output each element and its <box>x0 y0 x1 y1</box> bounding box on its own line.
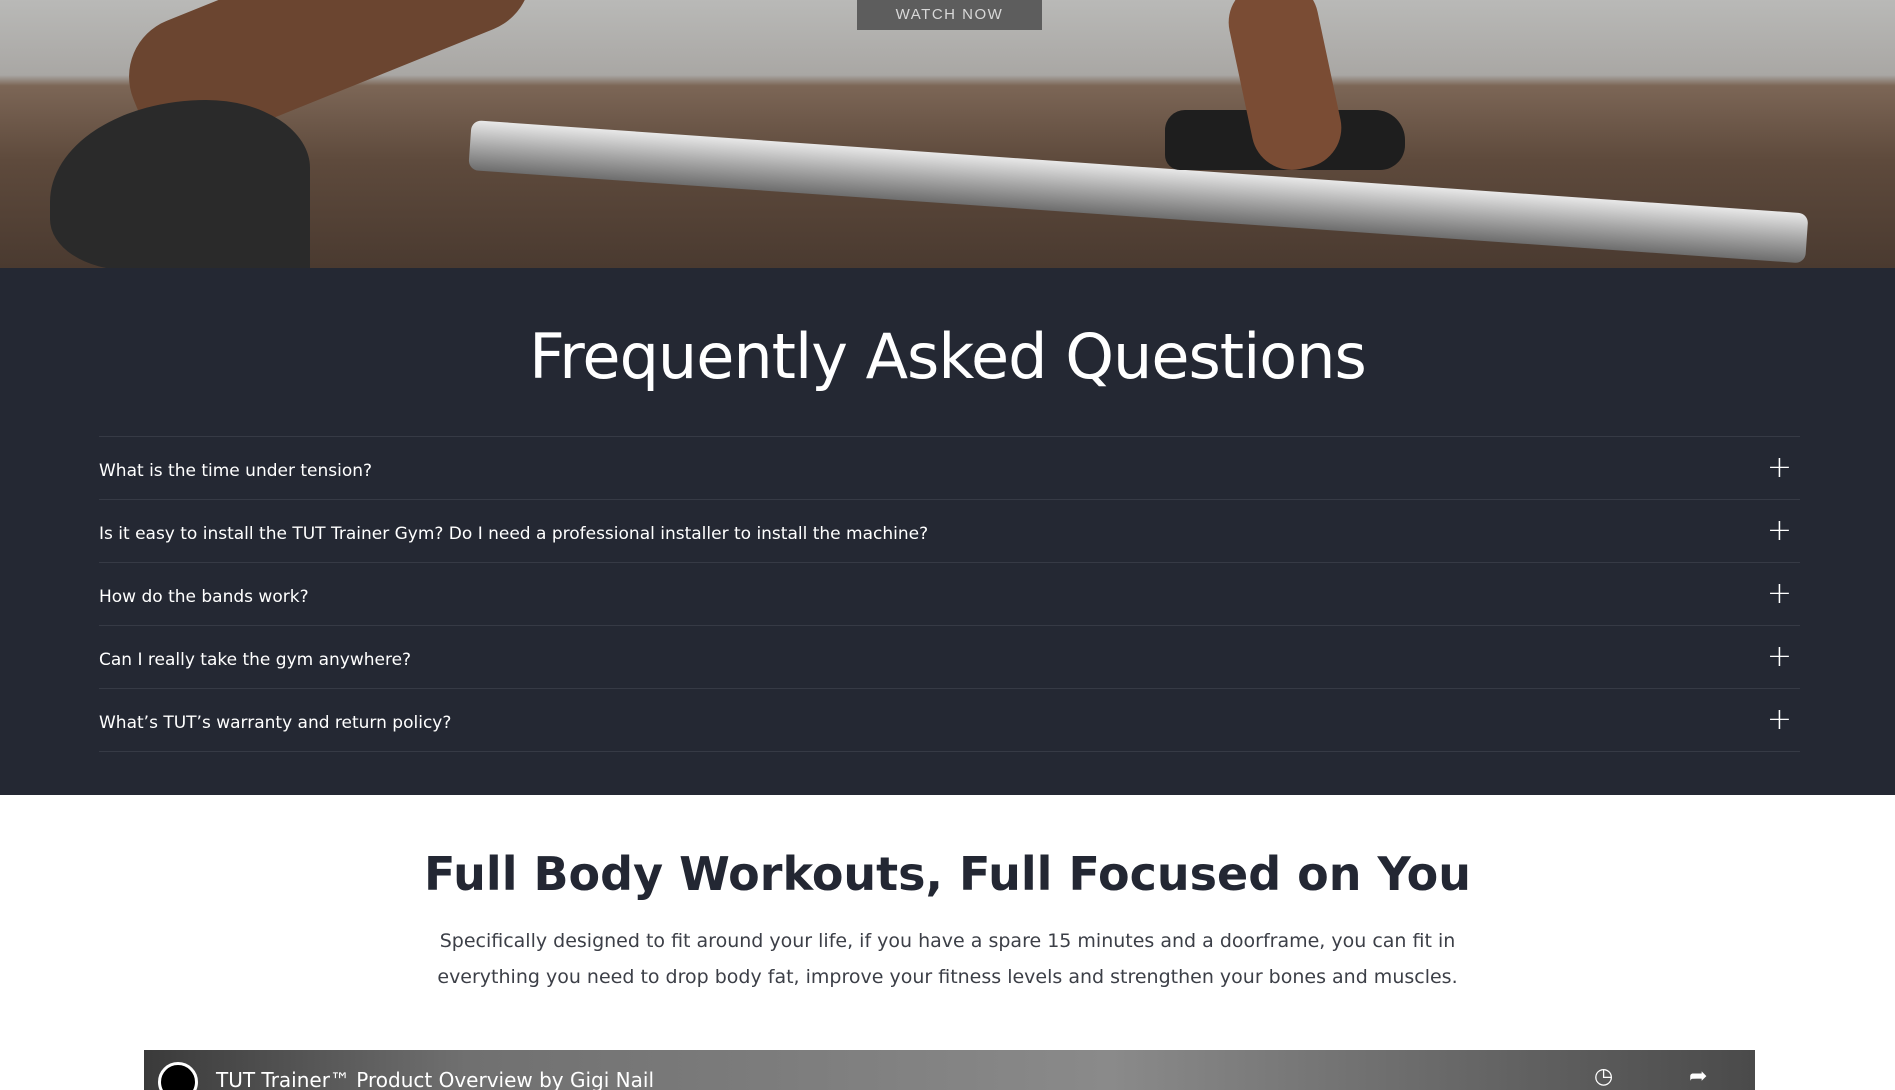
watch-later-icon[interactable]: ◷ <box>1594 1064 1613 1089</box>
watch-now-button[interactable]: WATCH NOW <box>857 0 1042 30</box>
plus-icon[interactable]: + <box>1767 705 1792 735</box>
faq-section: Frequently Asked Questions What is the t… <box>0 268 1895 795</box>
faq-item[interactable]: Is it easy to install the TUT Trainer Gy… <box>99 500 1800 563</box>
plus-icon[interactable]: + <box>1767 579 1792 609</box>
workouts-title: Full Body Workouts, Full Focused on You <box>424 847 1471 901</box>
channel-avatar[interactable] <box>158 1062 198 1090</box>
plus-icon[interactable]: + <box>1767 516 1792 546</box>
video-title[interactable]: TUT Trainer™ Product Overview by Gigi Na… <box>216 1068 654 1090</box>
plus-icon[interactable]: + <box>1767 453 1792 483</box>
faq-question: Can I really take the gym anywhere? <box>99 650 412 670</box>
faq-question: How do the bands work? <box>99 587 309 607</box>
share-icon[interactable]: ➦ <box>1689 1064 1707 1089</box>
faq-item[interactable]: How do the bands work? + <box>99 563 1800 626</box>
hero-trainer-rail <box>468 120 1809 264</box>
workouts-description: Specifically designed to fit around your… <box>437 930 1458 988</box>
faq-item[interactable]: What is the time under tension? + <box>99 437 1800 500</box>
workouts-section: Full Body Workouts, Full Focused on You … <box>0 795 1895 995</box>
faq-question: Is it easy to install the TUT Trainer Gy… <box>99 524 929 544</box>
hero-shoe <box>50 100 310 268</box>
faq-item[interactable]: Can I really take the gym anywhere? + <box>99 626 1800 689</box>
plus-icon[interactable]: + <box>1767 642 1792 672</box>
video-player[interactable]: TUT Trainer™ Product Overview by Gigi Na… <box>144 1050 1755 1090</box>
faq-question: What’s TUT’s warranty and return policy? <box>99 713 452 733</box>
faq-item[interactable]: What’s TUT’s warranty and return policy?… <box>99 689 1800 752</box>
faq-title: Frequently Asked Questions <box>529 320 1367 393</box>
faq-list: What is the time under tension? + Is it e… <box>99 436 1800 752</box>
faq-question: What is the time under tension? <box>99 461 373 481</box>
hero-image: WATCH NOW <box>0 0 1895 268</box>
